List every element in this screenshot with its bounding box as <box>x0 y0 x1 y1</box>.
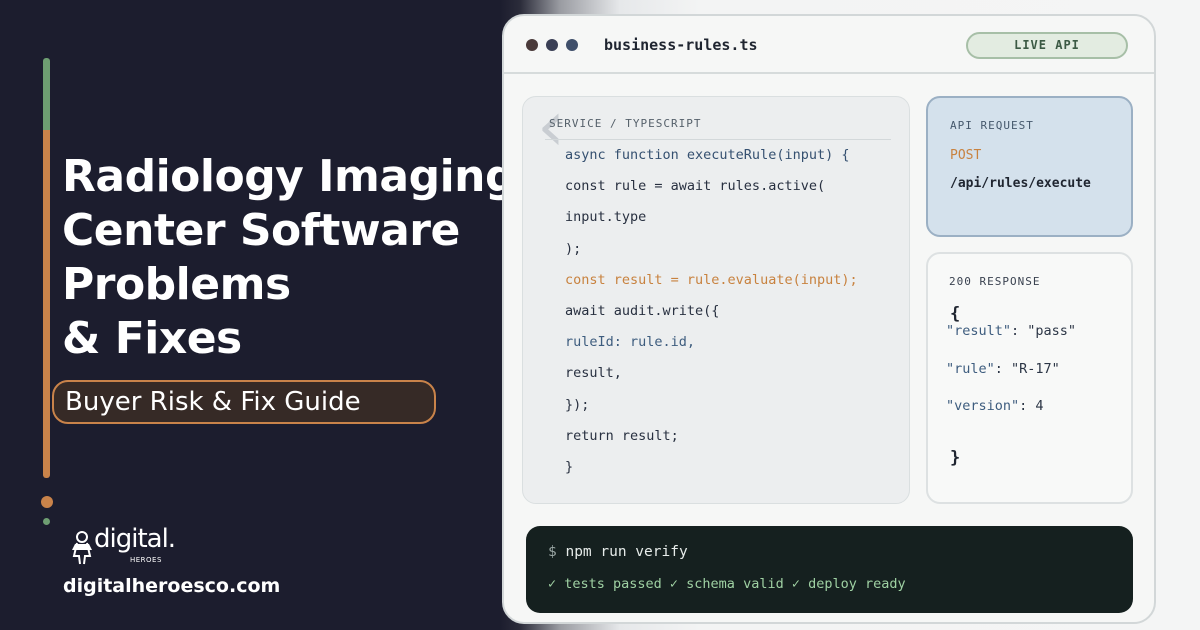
json-line: "result": "pass" <box>946 323 1076 339</box>
json-open-brace: { <box>950 304 961 324</box>
json-line: "rule": "R-17" <box>946 361 1060 377</box>
divider <box>545 139 891 140</box>
json-close-brace: } <box>950 448 961 468</box>
code-line: await audit.write({ <box>565 302 720 319</box>
accent-bar-orange <box>43 130 50 478</box>
accent-dot-orange <box>41 496 53 508</box>
code-line: ruleId: rule.id, <box>565 334 696 351</box>
code-line: input.type <box>565 209 647 226</box>
terminal-command-line: $ npm run verify <box>548 544 688 560</box>
json-value: 4 <box>1035 398 1044 414</box>
code-label: SERVICE / TYPESCRIPT <box>549 117 702 130</box>
code-block: async function executeRule(input) { cons… <box>565 145 858 488</box>
api-request-label: API REQUEST <box>950 119 1034 132</box>
brand-logo-sub: HEROES <box>130 556 162 564</box>
subtitle-badge: Buyer Risk & Fix Guide <box>52 380 436 424</box>
code-panel: ‹ SERVICE / TYPESCRIPT async function ex… <box>522 91 910 504</box>
title-line: & Fixes <box>62 313 242 364</box>
api-response-card: 200 RESPONSE { "result": "pass" "rule": … <box>926 252 1133 504</box>
window-maximize-dot[interactable] <box>566 39 578 51</box>
json-value: "R-17" <box>1011 361 1060 377</box>
window-titlebar: business-rules.ts LIVE API <box>504 16 1154 74</box>
code-line: return result; <box>565 427 679 444</box>
title-line: Radiology Imaging <box>62 151 517 202</box>
code-line: ); <box>565 240 582 257</box>
code-line: const result = rule.evaluate(input); <box>565 271 858 288</box>
json-line: "version": 4 <box>946 398 1044 414</box>
file-name: business-rules.ts <box>604 36 758 54</box>
code-line: } <box>565 458 574 475</box>
live-api-badge[interactable]: LIVE API <box>966 32 1128 59</box>
hero-mascot-icon <box>72 531 92 565</box>
json-key: "version" <box>946 398 1020 414</box>
terminal-command: npm run verify <box>565 544 688 560</box>
json-sep: : <box>994 361 1012 377</box>
window-close-dot[interactable] <box>526 39 538 51</box>
api-request-card: API REQUEST POST /api/rules/execute <box>926 96 1133 237</box>
http-method: POST <box>950 148 982 163</box>
accent-bar-green <box>43 58 50 130</box>
response-status-label: 200 RESPONSE <box>949 275 1041 288</box>
code-line: }); <box>565 396 590 413</box>
site-url: digitalheroesco.com <box>63 575 281 597</box>
code-line: const rule = await rules.active( <box>565 178 826 195</box>
page-title: Radiology Imaging Center Software Proble… <box>62 150 517 366</box>
accent-dot-green <box>43 518 50 525</box>
title-line: Problems <box>62 259 291 310</box>
code-line: result, <box>565 365 622 382</box>
json-sep: : <box>1011 323 1028 339</box>
window-minimize-dot[interactable] <box>546 39 558 51</box>
code-line: async function executeRule(input) { <box>565 147 850 163</box>
title-line: Center Software <box>62 205 460 256</box>
json-value: "pass" <box>1027 323 1077 339</box>
terminal-output: ✓ tests passed ✓ schema valid ✓ deploy r… <box>548 576 906 592</box>
json-key: "rule" <box>946 361 995 377</box>
terminal-prompt: $ <box>548 544 557 560</box>
api-endpoint: /api/rules/execute <box>950 176 1091 191</box>
brand-logo: digital. <box>94 524 176 554</box>
json-sep: : <box>1019 398 1036 414</box>
json-key: "result" <box>946 323 1012 339</box>
terminal-panel: $ npm run verify ✓ tests passed ✓ schema… <box>526 526 1133 613</box>
